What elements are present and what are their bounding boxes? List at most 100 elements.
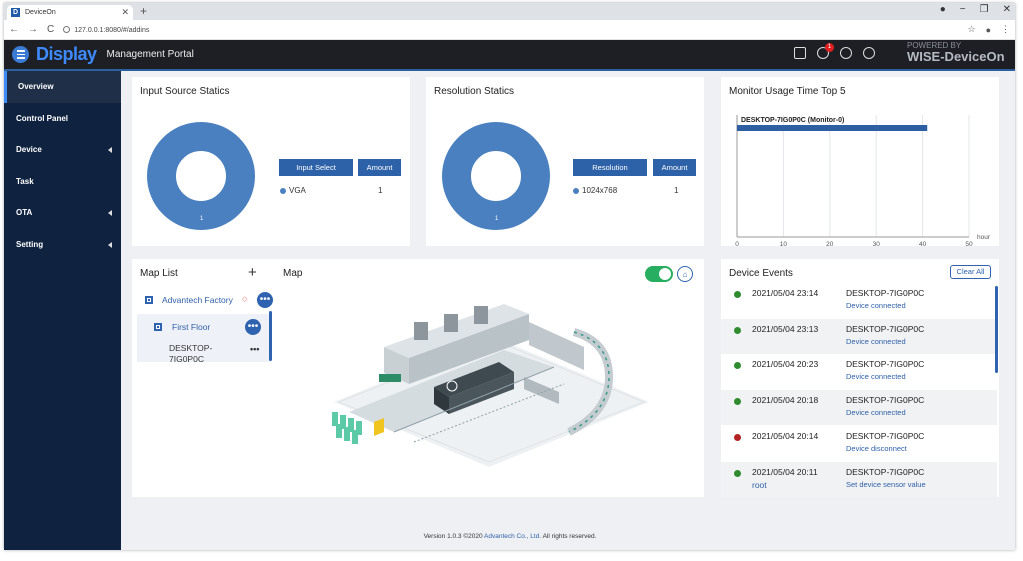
clear-all-button[interactable]: Clear All [950, 265, 991, 279]
device-more-icon[interactable]: ••• [250, 344, 259, 354]
event-message[interactable]: Device connected [846, 408, 906, 417]
app-header: Display Management Portal 1 POWERED BY W… [4, 40, 1015, 71]
event-time: 2021/05/04 23:14 [752, 288, 819, 298]
caret-left-icon [108, 210, 112, 216]
event-row: 2021/05/04 20:11 DESKTOP-7IG0P0C Set devic… [721, 461, 997, 497]
back-icon[interactable]: ← [9, 24, 19, 35]
input-source-card: Input Source Statics 1 Input Select Amou… [132, 77, 410, 246]
favicon-icon: D [11, 8, 20, 17]
profile-icon[interactable]: ● [940, 4, 946, 15]
status-dot-icon [734, 362, 741, 370]
amount-header: Amount [653, 159, 696, 176]
legend-item: VGA [280, 186, 306, 195]
device-events-title: Device Events [729, 268, 793, 279]
status-dot-icon [734, 398, 741, 406]
browser-window: D DeviceOn ✕ + ● − ❐ ✕ ← → C 127.0.0.1:8… [4, 3, 1015, 550]
map-list-scrollbar[interactable] [269, 311, 272, 361]
address-bar[interactable]: 127.0.0.1:8080/#/addins [63, 25, 957, 34]
event-device: DESKTOP-7IG0P0C [846, 395, 925, 406]
resolution-card: Resolution Statics 1 Resolution Amount 1… [426, 77, 704, 246]
tab-close-icon[interactable]: ✕ [121, 7, 129, 18]
close-window-icon[interactable]: ✕ [1003, 4, 1011, 15]
info-icon [63, 25, 71, 33]
events-scrollbar[interactable] [995, 286, 998, 373]
event-time: 2021/05/04 23:13 [752, 323, 819, 334]
user-icon[interactable] [863, 47, 875, 59]
sidebar-item-task[interactable]: Task [4, 166, 121, 198]
event-time: 2021/05/04 20:11 [752, 466, 818, 477]
map-toggle[interactable] [645, 266, 673, 282]
gear-icon[interactable] [840, 47, 852, 59]
map-list-item-advantech-factory[interactable]: Advantech Factory ◇ ••• [137, 290, 277, 310]
footer-link[interactable]: Advantech Co., Ltd. [484, 533, 541, 540]
event-message[interactable]: Device disconnect [846, 444, 907, 453]
events-list: 2021/05/04 23:14 DESKTOP-7IG0P0C Device co… [721, 283, 999, 497]
collapse-icon[interactable] [145, 296, 153, 304]
bell-icon[interactable]: 1 [817, 43, 834, 59]
event-row: 2021/05/04 20:18 DESKTOP-7IG0P0C Device co… [721, 390, 997, 426]
event-message[interactable]: Set device sensor value [846, 480, 926, 489]
input-select-header: Input Select [279, 159, 353, 176]
event-device: DESKTOP-7IG0P0C [846, 288, 925, 298]
event-time: 2021/05/04 20:14 [752, 430, 819, 441]
map-list-item-first-floor[interactable]: First Floor ••• DESKTOP- 7IG0P0C ••• [137, 314, 271, 362]
x-axis-unit: hour [977, 234, 991, 241]
x-tick-label: 30 [873, 241, 881, 246]
event-user: root [752, 479, 767, 490]
resolution-header: Resolution [573, 159, 647, 176]
collapse-icon[interactable] [154, 323, 162, 331]
sidebar-item-device[interactable]: Device [4, 134, 121, 166]
input-source-donut [147, 122, 255, 230]
legend-item: 1024x768 [573, 186, 617, 195]
device-events-card: Device Events Clear All 2021/05/04 23:14… [721, 259, 999, 497]
event-time: 2021/05/04 20:23 [752, 359, 819, 370]
resolution-title: Resolution Statics [434, 86, 515, 97]
minimize-icon[interactable]: − [960, 4, 966, 15]
event-device: DESKTOP-7IG0P0C [846, 466, 925, 477]
x-tick-label: 10 [780, 241, 788, 246]
more-options-icon[interactable]: ••• [257, 292, 273, 308]
event-row: 2021/05/04 23:13 DESKTOP-7IG0P0C Device co… [721, 318, 997, 354]
account-icon[interactable]: ● [986, 25, 991, 35]
reload-icon[interactable]: C [47, 24, 54, 35]
status-dot-icon [734, 433, 741, 441]
status-dot-icon [734, 326, 741, 334]
plus-icon[interactable]: + [248, 264, 257, 281]
sidebar: Overview Control Panel Device Task OTA S… [4, 71, 121, 550]
browser-tab[interactable]: D DeviceOn ✕ [7, 5, 133, 20]
hamburger-menu-icon[interactable] [12, 46, 29, 63]
amount-value: 1 [378, 186, 383, 195]
tab-title: DeviceOn [25, 9, 56, 16]
restore-icon[interactable]: ❐ [980, 4, 989, 15]
event-message[interactable]: Device connected [846, 372, 906, 381]
map-list-title: Map List [140, 268, 178, 279]
event-row: 2021/05/04 20:14 DESKTOP-7IG0P0C Device di… [721, 426, 997, 461]
monitor-icon[interactable] [794, 47, 806, 59]
device-node-label: DESKTOP- 7IG0P0C [169, 343, 213, 362]
more-options-icon[interactable]: ••• [245, 319, 261, 335]
usage-bar[interactable] [737, 125, 928, 131]
map-list-item-label: Advantech Factory [162, 295, 233, 305]
caret-left-icon [108, 147, 112, 153]
tab-bar: D DeviceOn ✕ + ● − ❐ ✕ [4, 3, 1015, 20]
browser-toolbar: ← → C 127.0.0.1:8080/#/addins ☆ ● ⋮ [4, 20, 1015, 40]
sidebar-item-ota[interactable]: OTA [4, 197, 121, 229]
forward-icon[interactable]: → [28, 24, 38, 35]
bookmark-star-icon[interactable]: ☆ [967, 24, 975, 35]
notification-badge: 1 [825, 43, 834, 52]
lock-icon[interactable]: ⌂ [677, 266, 693, 282]
event-message[interactable]: Device connected [846, 301, 906, 310]
sidebar-item-overview[interactable]: Overview [4, 71, 121, 103]
event-message[interactable]: Device connected [846, 337, 906, 346]
legend-dot-icon [573, 187, 579, 194]
sidebar-item-control-panel[interactable]: Control Panel [4, 103, 121, 135]
sidebar-item-setting[interactable]: Setting [4, 229, 121, 261]
bar-category-label: DESKTOP-7IG0P0C (Monitor-0) [741, 117, 844, 124]
factory-map-illustration [332, 304, 649, 467]
resolution-donut [442, 122, 550, 230]
browser-menu-icon[interactable]: ⋮ [1001, 24, 1010, 35]
x-tick-label: 50 [965, 241, 973, 246]
amount-value: 1 [674, 186, 679, 195]
status-dot-icon [734, 469, 741, 477]
new-tab-icon[interactable]: + [140, 4, 147, 18]
